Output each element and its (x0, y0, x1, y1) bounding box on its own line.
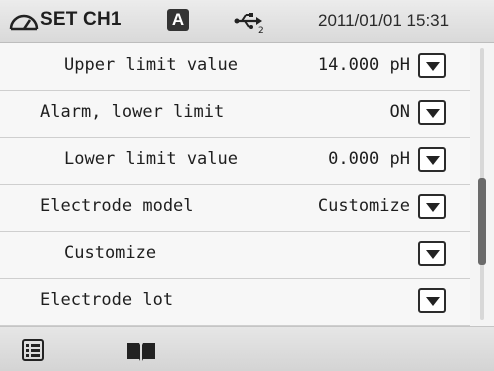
dropdown-button[interactable] (418, 288, 446, 313)
row-electrode-model[interactable]: Electrode model Customize (0, 184, 470, 232)
row-alarm-lower-limit[interactable]: Alarm, lower limit ON (0, 90, 470, 138)
scrollbar[interactable] (475, 44, 491, 324)
book-icon[interactable] (126, 340, 156, 362)
row-value: ON (389, 102, 410, 122)
row-value: 14.000 pH (317, 55, 410, 75)
settings-list: Upper limit value 14.000 pH Alarm, lower… (0, 43, 470, 326)
usb-icon: 2 (234, 13, 264, 34)
row-value: Customize (317, 196, 410, 216)
dropdown-button[interactable] (418, 241, 446, 266)
row-label: Alarm, lower limit (40, 102, 225, 122)
scroll-thumb[interactable] (478, 178, 486, 265)
svg-text:2: 2 (258, 26, 264, 34)
row-electrode-lot[interactable]: Electrode lot (0, 278, 470, 326)
menu-icon[interactable] (22, 339, 44, 361)
row-upper-limit-value[interactable]: Upper limit value 14.000 pH (0, 43, 470, 91)
footer-bar (0, 326, 494, 371)
row-customize[interactable]: Customize (0, 231, 470, 279)
datetime: 2011/01/01 15:31 (318, 11, 450, 30)
dropdown-button[interactable] (418, 147, 446, 172)
row-value: 0.000 pH (328, 149, 410, 169)
gauge-icon (9, 14, 39, 31)
row-label: Electrode lot (40, 290, 174, 310)
screen-title: SET CH1 (40, 9, 122, 30)
row-label: Customize (64, 243, 157, 263)
row-label: Electrode model (40, 196, 194, 216)
dropdown-button[interactable] (418, 53, 446, 78)
dropdown-button[interactable] (418, 100, 446, 125)
dropdown-button[interactable] (418, 194, 446, 219)
row-label: Lower limit value (64, 149, 238, 169)
status-bar: SET CH1 A 2 2011/01/01 15:31 (0, 0, 494, 43)
mode-badge: A (167, 9, 189, 31)
row-lower-limit-value[interactable]: Lower limit value 0.000 pH (0, 137, 470, 185)
row-label: Upper limit value (64, 55, 238, 75)
